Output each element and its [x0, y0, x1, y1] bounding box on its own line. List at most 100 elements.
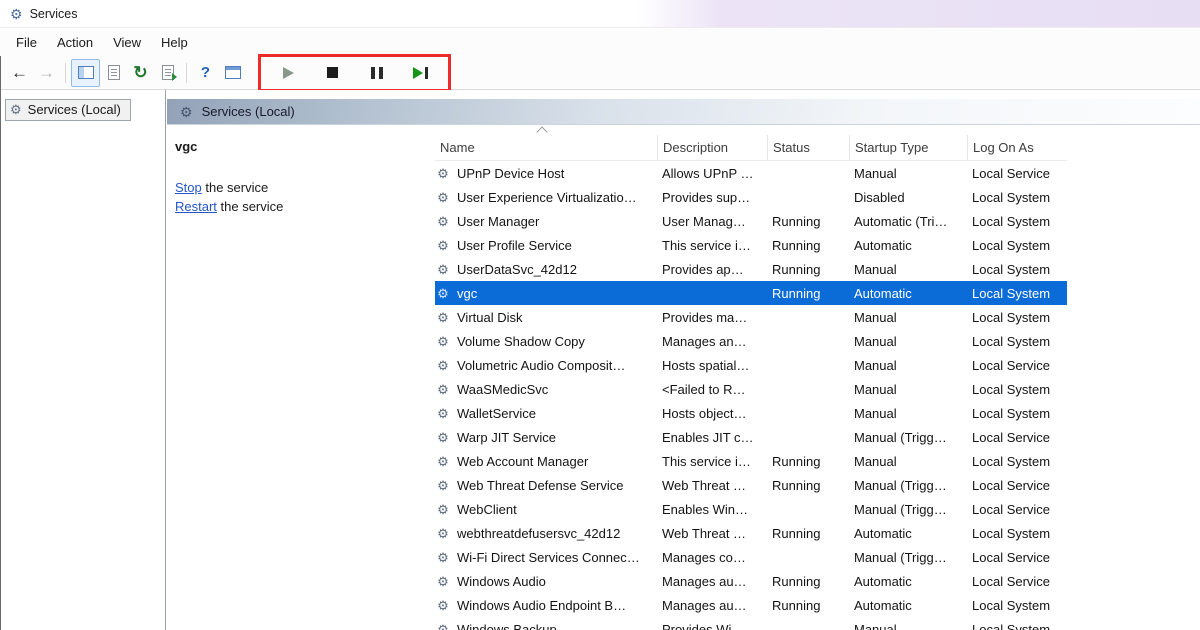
restart-service-button[interactable] [407, 60, 434, 86]
service-description-cell: Web Threat … [657, 478, 767, 493]
properties-button[interactable] [100, 60, 127, 86]
table-row[interactable]: Volume Shadow Copy Manages an… Manual Lo… [435, 329, 1067, 353]
table-row[interactable]: Wi-Fi Direct Services Connec… Manages co… [435, 545, 1067, 569]
service-name-cell: Web Account Manager [457, 454, 657, 469]
service-logon-cell: Local System [967, 334, 1067, 349]
table-row[interactable]: User Profile Service This service i… Run… [435, 233, 1067, 257]
service-logon-cell: Local Service [967, 550, 1067, 565]
forward-icon [38, 63, 55, 83]
table-row[interactable]: WaaSMedicSvc <Failed to R… Manual Local … [435, 377, 1067, 401]
service-gear-icon [437, 623, 449, 630]
service-description-cell: Hosts spatial… [657, 358, 767, 373]
action-pane-icon [225, 66, 241, 79]
service-logon-cell: Local System [967, 214, 1067, 229]
service-name-cell: Volume Shadow Copy [457, 334, 657, 349]
service-description-cell: Manages co… [657, 550, 767, 565]
service-icon-cell [435, 575, 457, 588]
service-logon-cell: Local Service [967, 478, 1067, 493]
table-row[interactable]: WebClient Enables Win… Manual (Trigg… Lo… [435, 497, 1067, 521]
service-startup-type-cell: Manual (Trigg… [849, 502, 967, 517]
back-button[interactable] [6, 60, 33, 86]
show-action-pane-button[interactable] [219, 60, 246, 86]
service-description-cell: Enables Win… [657, 502, 767, 517]
service-name-cell: Windows Audio [457, 574, 657, 589]
service-logon-cell: Local System [967, 286, 1067, 301]
service-icon-cell [435, 503, 457, 516]
table-row[interactable]: Windows Audio Endpoint B… Manages au… Ru… [435, 593, 1067, 617]
service-startup-type-cell: Manual [849, 262, 967, 277]
table-row[interactable]: Web Threat Defense Service Web Threat … … [435, 473, 1067, 497]
column-header-description[interactable]: Description [657, 135, 767, 160]
service-logon-cell: Local System [967, 622, 1067, 630]
service-description-cell: Provides ma… [657, 310, 767, 325]
service-icon-cell [435, 551, 457, 564]
service-status-cell: Running [767, 598, 849, 613]
service-status-cell: Running [767, 478, 849, 493]
pause-service-button[interactable] [363, 60, 390, 86]
service-logon-cell: Local System [967, 598, 1067, 613]
tree-item-services-local[interactable]: Services (Local) [5, 99, 131, 121]
console-tree-pane: Services (Local) [1, 90, 166, 630]
service-logon-cell: Local Service [967, 502, 1067, 517]
table-row[interactable]: UPnP Device Host Allows UPnP … Manual Lo… [435, 161, 1067, 185]
table-row[interactable]: User Experience Virtualizatio… Provides … [435, 185, 1067, 209]
pause-icon [371, 67, 383, 79]
service-gear-icon [437, 503, 449, 516]
stop-service-link[interactable]: Stop [175, 180, 202, 195]
service-table: Name Description Status Startup Type Log… [435, 125, 1067, 630]
service-control-highlight-box [258, 54, 451, 92]
help-button[interactable]: ? [192, 60, 219, 86]
service-logon-cell: Local System [967, 406, 1067, 421]
service-startup-type-cell: Disabled [849, 190, 967, 205]
refresh-button[interactable] [127, 60, 154, 86]
service-status-cell: Running [767, 262, 849, 277]
service-icon-cell [435, 455, 457, 468]
service-icon-cell [435, 215, 457, 228]
service-table-body: UPnP Device Host Allows UPnP … Manual Lo… [435, 161, 1067, 630]
service-startup-type-cell: Manual [849, 166, 967, 181]
service-description-cell: Web Threat … [657, 526, 767, 541]
export-list-button[interactable] [154, 60, 181, 86]
service-description-cell: Provides sup… [657, 190, 767, 205]
table-row[interactable]: Virtual Disk Provides ma… Manual Local S… [435, 305, 1067, 329]
start-service-button[interactable] [275, 60, 302, 86]
service-gear-icon [437, 407, 449, 420]
service-icon-cell [435, 623, 457, 630]
menu-action[interactable]: Action [47, 31, 103, 54]
service-status-cell: Running [767, 214, 849, 229]
table-row[interactable]: webthreatdefusersvc_42d12 Web Threat … R… [435, 521, 1067, 545]
service-gear-icon [437, 359, 449, 372]
table-row[interactable]: vgc Running Automatic Local System [435, 281, 1067, 305]
table-row[interactable]: Windows Audio Manages au… Running Automa… [435, 569, 1067, 593]
selected-service-name: vgc [175, 139, 425, 154]
stop-service-button[interactable] [319, 60, 346, 86]
service-gear-icon [437, 431, 449, 444]
service-gear-icon [437, 191, 449, 204]
restart-service-link[interactable]: Restart [175, 199, 217, 214]
service-icon-cell [435, 263, 457, 276]
service-status-cell: Running [767, 454, 849, 469]
menu-help[interactable]: Help [151, 31, 198, 54]
table-row[interactable]: Windows Backup Provides Wi… Manual Local… [435, 617, 1067, 630]
table-row[interactable]: WalletService Hosts object… Manual Local… [435, 401, 1067, 425]
show-console-tree-button[interactable] [71, 59, 100, 87]
column-header-log-on-as[interactable]: Log On As [967, 135, 1067, 160]
column-header-startup-type[interactable]: Startup Type [849, 135, 967, 160]
table-row[interactable]: Volumetric Audio Composit… Hosts spatial… [435, 353, 1067, 377]
table-row[interactable]: Web Account Manager This service i… Runn… [435, 449, 1067, 473]
column-header-name[interactable]: Name [435, 135, 657, 160]
menubar: File Action View Help [0, 29, 1200, 56]
table-row[interactable]: Warp JIT Service Enables JIT c… Manual (… [435, 425, 1067, 449]
table-row[interactable]: User Manager User Manag… Running Automat… [435, 209, 1067, 233]
menu-file[interactable]: File [6, 31, 47, 54]
toolbar: ? [0, 56, 1200, 90]
refresh-icon [133, 64, 147, 81]
service-gear-icon [437, 167, 449, 180]
service-startup-type-cell: Manual [849, 382, 967, 397]
titlebar: Services [0, 0, 1200, 28]
table-row[interactable]: UserDataSvc_42d12 Provides ap… Running M… [435, 257, 1067, 281]
menu-view[interactable]: View [103, 31, 151, 54]
service-icon-cell [435, 383, 457, 396]
column-header-status[interactable]: Status [767, 135, 849, 160]
forward-button[interactable] [33, 60, 60, 86]
